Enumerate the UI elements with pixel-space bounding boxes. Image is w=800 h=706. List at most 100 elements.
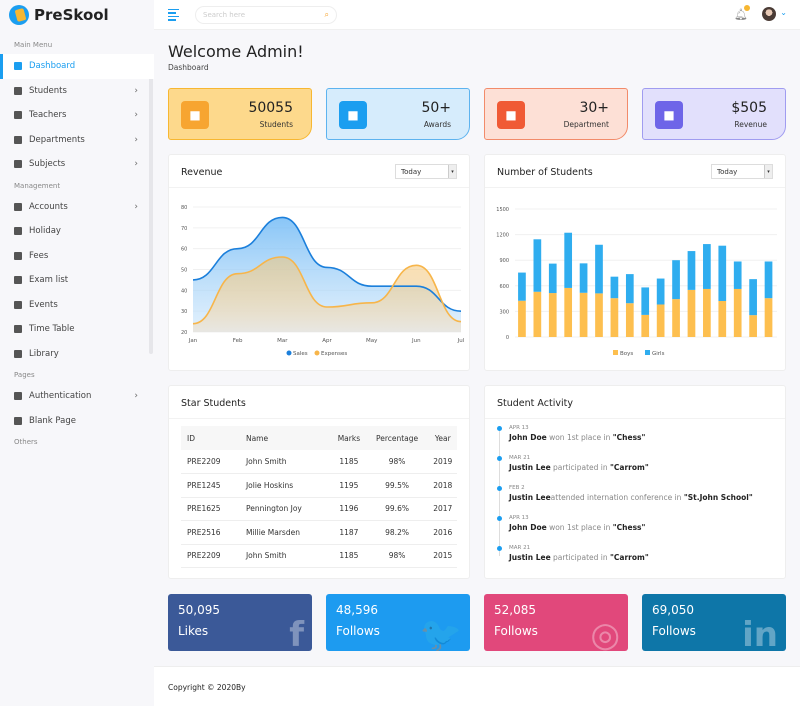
menu-section-title: Management [14,181,61,190]
table-row[interactable]: PRE1625 Pennington Joy 1196 99.6% 2017 [181,497,457,521]
logo[interactable]: PreSkool [0,0,154,30]
stat-card-awards[interactable]: ■ 50+ Awards [326,88,470,140]
sidebar-item-accounts[interactable]: Accounts › [0,195,154,220]
table-cell: PRE1625 [181,497,240,521]
table-cell: Jolie Hoskins [239,473,333,498]
students-period-select[interactable]: Today ▾ [711,164,773,179]
app-name: PreSkool [34,6,109,24]
sidebar: PreSkool Main Menu Dashboard Students › Teac… [0,0,154,706]
crown-icon: ■ [339,101,367,129]
y-tick-label: 20 [181,330,187,336]
sidebar-item-authentication[interactable]: Authentication › [0,384,154,409]
social-count: 69,050 [652,603,694,617]
stat-card-revenue[interactable]: ■ $505 Revenue [642,88,786,140]
file-icon [14,416,22,425]
activity-person: Justin Lee [509,553,551,562]
sidebar-item-events[interactable]: Events [0,293,154,318]
activity-person: Justin Lee [509,463,551,472]
social-card-linkedin[interactable]: 69,050 Follows in [642,594,786,651]
bar-boys [641,314,650,337]
social-card-facebook[interactable]: 50,095 Likes f [168,594,312,651]
sidebar-item-departments[interactable]: Departments › [0,128,154,153]
stat-card-students[interactable]: ■ 50055 Students [168,88,312,140]
bar-girls [641,287,650,315]
calendar-icon [14,300,22,309]
stat-card-department[interactable]: ■ 30+ Department [484,88,628,140]
activity-target: "Carrom" [610,553,649,562]
sidebar-item-teachers[interactable]: Teachers › [0,103,154,128]
bar-boys [533,291,542,337]
revenue-period-select[interactable]: Today ▾ [395,164,457,179]
bar-girls [764,261,773,299]
building-icon: ■ [497,101,525,129]
search-icon[interactable]: ⌕ [325,10,329,20]
sidebar-item-time-table[interactable]: Time Table [0,317,154,342]
sidebar-item-holiday[interactable]: Holiday [0,219,154,244]
social-count: 48,596 [336,603,378,617]
activity-date: APR 13 [509,515,529,521]
breadcrumb[interactable]: Dashboard [168,63,209,72]
x-tick-label: Feb [233,338,243,344]
activity-timeline: APR 13 John Doe won 1st place in "Chess" M… [497,423,775,573]
bar-boys [595,293,603,337]
sidebar-item-students[interactable]: Students › [0,79,154,104]
stat-value: 30+ [579,100,609,116]
facebook-icon: f [289,615,304,651]
legend-marker [613,350,618,355]
search-placeholder: Search here [203,10,246,19]
social-card-instagram[interactable]: 52,085 Follows ◎ [484,594,628,651]
activity-person: John Doe [509,433,547,442]
sidebar-item-library[interactable]: Library [0,342,154,367]
table-cell: PRE2516 [181,520,240,545]
star-students-card: Star Students ID Name Marks Percentage Year P… [168,385,470,579]
y-tick-label: 0 [506,335,509,341]
card-title: Star Students [181,398,246,409]
library-icon [14,349,22,358]
divider [169,418,469,419]
table-row[interactable]: PRE2209 John Smith 1185 98% 2015 [181,544,457,568]
main-content: Welcome Admin! Dashboard ■ 50055 Students ■… [154,30,800,706]
dropdown-arrow-icon: ▾ [764,165,772,178]
bar-girls [625,274,634,304]
table-row[interactable]: PRE2516 Millie Marsden 1187 98.2% 2016 [181,520,457,545]
activity-person: John Doe [509,523,547,532]
chevron-down-icon[interactable]: ⌄ [780,8,787,17]
sidebar-item-label: Departments [29,134,85,145]
sidebar-item-subjects[interactable]: Subjects › [0,152,154,177]
sidebar-item-fees[interactable]: Fees [0,244,154,269]
social-card-twitter[interactable]: 48,596 Follows 🐦 [326,594,470,651]
bar-boys [625,303,634,337]
sidebar-item-dashboard[interactable]: Dashboard [0,54,154,79]
column-header: Year [428,426,457,450]
avatar[interactable] [762,7,776,21]
clipboard-icon [14,276,22,285]
sidebar-item-label: Time Table [29,324,75,335]
search-input[interactable]: Search here ⌕ [195,5,337,24]
activity-date: MAR 21 [509,455,531,461]
menu-section-title: Others [14,438,38,446]
table-cell: 2019 [428,450,457,474]
activity-text: Justin Leeattended internation conferenc… [509,493,775,502]
table-row[interactable]: PRE1245 Jolie Hoskins 1195 99.5% 2018 [181,473,457,498]
y-tick-label: 40 [181,288,187,294]
menu-toggle-icon[interactable] [168,8,179,21]
timeline-dot [497,426,502,431]
x-tick-label: May [366,338,378,344]
table-row[interactable]: PRE2209 John Smith 1185 98% 2019 [181,450,457,474]
activity-target: "Chess" [612,523,646,532]
sidebar-item-exam-list[interactable]: Exam list [0,268,154,293]
bar-girls [579,263,588,293]
chevron-right-icon: › [134,391,138,402]
y-tick-label: 80 [181,205,187,211]
table-cell: 1185 [332,544,366,568]
sidebar-item-label: Library [29,348,59,359]
table-icon [14,325,22,334]
x-tick-label: Apr [322,338,332,344]
copyright: Copyright © 2020By [168,683,246,692]
bar-boys [610,298,619,337]
timeline-dot [497,516,502,521]
activity-target: "St.John School" [683,493,753,502]
activity-item: APR 13 John Doe won 1st place in "Chess" [497,513,775,543]
activity-date: FEB 2 [509,485,525,491]
sidebar-item-blank-page[interactable]: Blank Page [0,409,154,434]
